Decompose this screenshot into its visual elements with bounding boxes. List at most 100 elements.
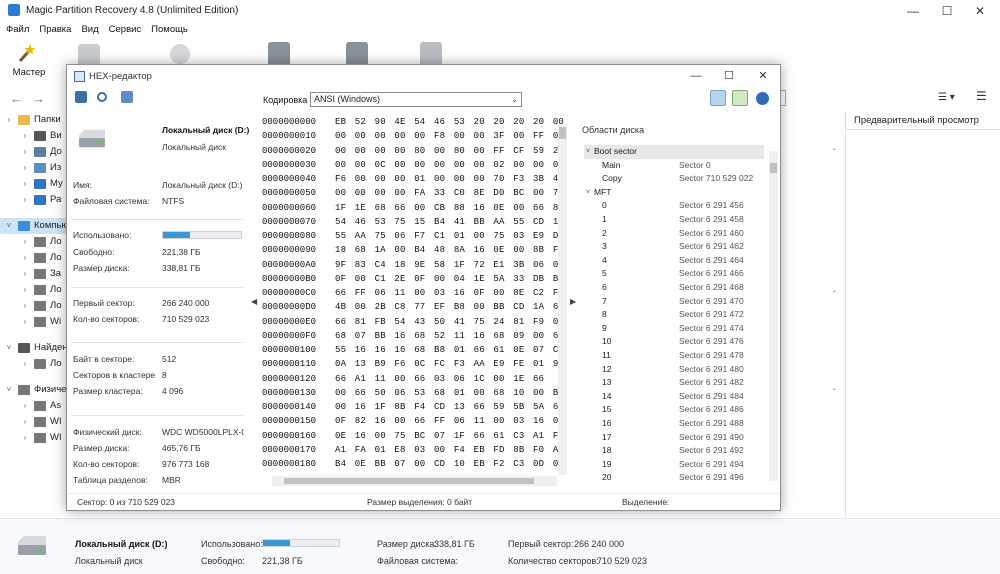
hex-vertical-scrollbar[interactable]	[558, 125, 567, 475]
hex-bytes[interactable]: A1 FA 01 E8 03 00 F4 EB FD 8B F0 AC	[335, 443, 564, 457]
hex-bytes[interactable]: 0A 13 B9 F6 0C FC F3 AA E9 FE 01 90	[335, 357, 564, 371]
region-item[interactable]: Main Sector 0	[584, 159, 764, 173]
region-item[interactable]: 11 Sector 6 291 478	[584, 349, 764, 363]
collapse-up-icon[interactable]: ˆ	[833, 148, 836, 157]
hex-bytes[interactable]: 4B 00 2B C8 77 EF B8 00 BB CD 1A 66	[335, 300, 564, 314]
chevron-down-icon[interactable]: ˅	[4, 340, 14, 356]
find-icon[interactable]	[97, 92, 107, 102]
chevron-down-icon[interactable]: ˅	[586, 145, 590, 159]
region-group[interactable]: ˅ Boot sector	[584, 145, 764, 159]
tree-item[interactable]: › До	[0, 144, 66, 160]
region-item[interactable]: 5 Sector 6 291 466	[584, 267, 764, 281]
hex-close-button[interactable]: ✕	[748, 67, 778, 85]
chevron-right-icon[interactable]: ›	[20, 234, 30, 250]
toolbar-drive-icon[interactable]	[268, 42, 290, 66]
hex-bytes[interactable]: 00 00 00 00 80 00 80 00 FF CF 59 2A	[335, 144, 564, 158]
hex-bytes[interactable]: 68 07 BB 16 68 52 11 16 68 09 00 66	[335, 329, 564, 343]
region-item[interactable]: 4 Sector 6 291 464	[584, 254, 764, 268]
hex-bytes[interactable]: 18 68 1A 00 B4 48 8A 16 0E 00 8B F4	[335, 243, 564, 257]
hex-bytes[interactable]: 1F 1E 68 66 00 CB 88 16 0E 00 66 81	[335, 201, 564, 215]
menu-item[interactable]: Сервис	[104, 22, 147, 38]
region-item[interactable]: 14 Sector 6 291 484	[584, 390, 764, 404]
tree-item[interactable]: › As	[0, 398, 66, 414]
chevron-right-icon[interactable]: ›	[20, 128, 30, 144]
back-arrow-icon[interactable]: ←	[10, 91, 23, 106]
region-item[interactable]: 18 Sector 6 291 492	[584, 444, 764, 458]
chevron-down-icon[interactable]: ˅	[4, 382, 14, 398]
settings-gear-icon[interactable]	[710, 90, 726, 106]
tree-item[interactable]: ˅ Компьютер	[0, 218, 66, 234]
region-item[interactable]: 20 Sector 6 291 496	[584, 471, 764, 485]
tree-item[interactable]: › WI	[0, 414, 66, 430]
tree-item[interactable]: › Ло	[0, 250, 66, 266]
region-item[interactable]: 19 Sector 6 291 494	[584, 458, 764, 472]
chevron-right-icon[interactable]: ›	[20, 192, 30, 208]
tree-item[interactable]: › WI	[0, 430, 66, 446]
tree-item[interactable]: › Ло	[0, 234, 66, 250]
region-item[interactable]: 17 Sector 6 291 490	[584, 431, 764, 445]
help-icon[interactable]	[756, 92, 769, 105]
chevron-right-icon[interactable]: ›	[20, 314, 30, 330]
hex-hscroll-thumb[interactable]	[284, 478, 534, 484]
tree-item[interactable]: › Му	[0, 176, 66, 192]
chevron-right-icon[interactable]: ›	[20, 414, 30, 430]
hex-horizontal-scrollbar[interactable]	[272, 476, 557, 486]
hex-bytes[interactable]: 55 AA 75 06 F7 C1 01 00 75 03 E9 DD	[335, 229, 564, 243]
region-item[interactable]: 12 Sector 6 291 480	[584, 363, 764, 377]
tree-item[interactable]: › За	[0, 266, 66, 282]
encoding-select[interactable]: ANSI (Windows) ⌄	[310, 92, 522, 107]
region-item[interactable]: 7 Sector 6 291 470	[584, 295, 764, 309]
chevron-right-icon[interactable]: ›	[20, 144, 30, 160]
view-mode-icon[interactable]: ☰ ▾	[938, 92, 955, 103]
hex-bytes[interactable]: 00 66 50 06 53 68 01 00 68 10 00 B4	[335, 386, 564, 400]
menu-item[interactable]: Файл	[0, 22, 34, 38]
minimize-button[interactable]: —	[896, 0, 930, 22]
toolbar-mount-icon[interactable]	[346, 42, 368, 66]
tree-item[interactable]: › Ви	[0, 128, 66, 144]
hex-bytes[interactable]: 66 A1 11 00 66 03 06 1C 00 1E 66	[335, 372, 544, 386]
hex-bytes[interactable]: F6 00 00 00 01 00 00 00 70 F3 3B 4A	[335, 172, 564, 186]
tree-item[interactable]: › Wi	[0, 314, 66, 330]
hex-maximize-button[interactable]: ☐	[714, 67, 744, 85]
hex-bytes[interactable]: 00 16 1F 8B F4 CD 13 66 59 5B 5A 66	[335, 400, 564, 414]
hex-bytes[interactable]: EB 52 90 4E 54 46 53 20 20 20 20 00	[335, 115, 564, 129]
toolbar-close-disk-icon[interactable]	[420, 42, 442, 66]
hex-bytes[interactable]: 54 46 53 75 15 B4 41 BB AA 55 CD 13	[335, 215, 564, 229]
hex-bytes[interactable]: 9F 83 C4 18 9E 58 1F 72 E1 3B 06 0B	[335, 258, 564, 272]
tree-item[interactable]: › Ра	[0, 192, 66, 208]
tree-item[interactable]: ˅ Физические	[0, 382, 66, 398]
tree-item[interactable]: › Ло	[0, 282, 66, 298]
tree-item[interactable]: ˅ Найденные	[0, 340, 66, 356]
hex-bytes[interactable]: 00 00 00 00 FA 33 C0 8E D0 BC 00 7C	[335, 186, 564, 200]
print-icon[interactable]	[75, 91, 87, 103]
forward-arrow-icon[interactable]: →	[32, 91, 45, 106]
hex-bytes[interactable]: 0E 16 00 75 BC 07 1F 66 61 C3 A1 F6	[335, 429, 564, 443]
menu-icon[interactable]: ☰	[976, 89, 987, 103]
chevron-right-icon[interactable]: ›	[20, 356, 30, 372]
chevron-down-icon[interactable]: ˅	[4, 218, 14, 234]
chevron-right-icon[interactable]: ›	[4, 112, 14, 128]
splitter-left-arrow[interactable]: ◀	[251, 297, 257, 306]
region-group[interactable]: ˅ MFT	[584, 186, 764, 200]
hex-bytes[interactable]: 55 16 16 16 68 B8 01 66 61 0E 07 CD	[335, 343, 564, 357]
toolbar-search-icon[interactable]	[170, 44, 190, 64]
tree-item[interactable]: › Ло	[0, 298, 66, 314]
tree-item[interactable]: › Из	[0, 160, 66, 176]
region-item[interactable]: 0 Sector 6 291 456	[584, 199, 764, 213]
collapse-up-icon[interactable]: ˆ	[833, 388, 836, 397]
hex-bytes[interactable]: 00 00 00 00 00 F8 00 00 3F 00 FF 00	[335, 129, 564, 143]
regions-scroll-thumb[interactable]	[770, 163, 777, 173]
chevron-right-icon[interactable]: ›	[20, 250, 30, 266]
tree-item[interactable]: › Ло	[0, 356, 66, 372]
region-item[interactable]: 8 Sector 6 291 472	[584, 308, 764, 322]
region-item[interactable]: 16 Sector 6 291 488	[584, 417, 764, 431]
close-button[interactable]: ✕	[963, 0, 997, 22]
hex-minimize-button[interactable]: —	[681, 67, 711, 85]
chevron-right-icon[interactable]: ›	[20, 176, 30, 192]
hex-bytes[interactable]: 0F 82 16 00 66 FF 06 11 00 03 16 0F	[335, 414, 564, 428]
maximize-button[interactable]: ☐	[930, 0, 964, 22]
collapse-up-icon[interactable]: ˆ	[833, 290, 836, 299]
chevron-right-icon[interactable]: ›	[20, 282, 30, 298]
regions-scrollbar[interactable]	[769, 151, 778, 481]
chevron-right-icon[interactable]: ›	[20, 398, 30, 414]
